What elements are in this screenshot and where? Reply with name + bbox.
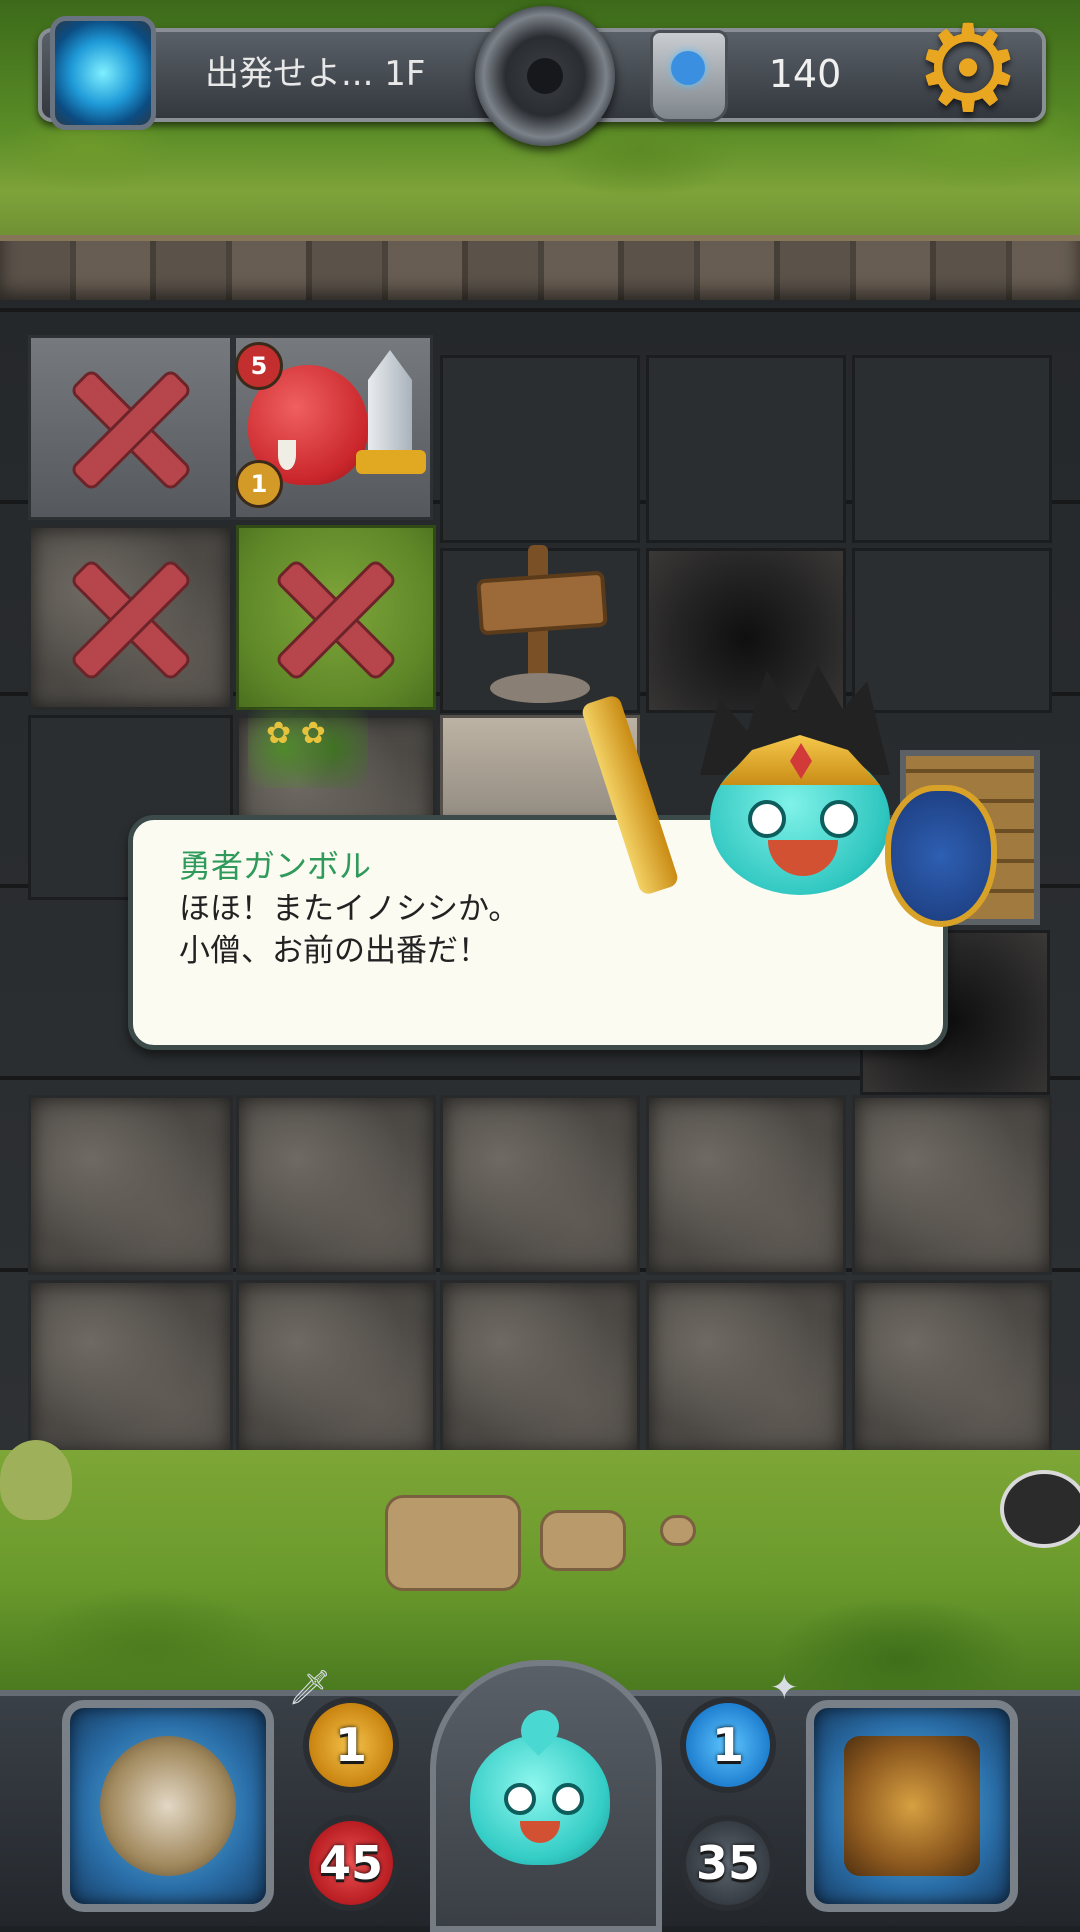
hero-shield-icon — [885, 785, 997, 927]
tile-unrevealed[interactable] — [440, 1095, 640, 1275]
player-hp-stat: 45 — [303, 1815, 399, 1911]
equipment-slot-button[interactable] — [62, 1700, 274, 1912]
tile-unrevealed[interactable] — [852, 1280, 1052, 1455]
tile-blocked[interactable] — [236, 525, 436, 710]
gear-icon[interactable]: ⚙ — [912, 10, 1024, 130]
rock — [385, 1495, 521, 1591]
tile-unrevealed[interactable] — [646, 1280, 846, 1455]
spider-critter-icon — [1000, 1470, 1080, 1548]
tile-unrevealed[interactable] — [646, 1095, 846, 1275]
armor-icon — [100, 1736, 236, 1876]
slime-mouth — [520, 1821, 560, 1843]
slime-eye-right — [552, 1783, 584, 1815]
tile-unrevealed[interactable] — [440, 355, 640, 543]
tile-unrevealed[interactable] — [28, 1095, 233, 1275]
rock — [540, 1510, 626, 1571]
slime-eye-left — [504, 1783, 536, 1815]
player-shield-stat: 1 — [680, 1697, 776, 1793]
tile-unrevealed[interactable] — [440, 1280, 640, 1455]
floor-label: 出発せよ... 1F — [205, 54, 426, 94]
tile-blocked[interactable] — [28, 525, 233, 710]
player-mana-stat: 35 — [680, 1815, 776, 1911]
tile-unrevealed[interactable] — [236, 1095, 436, 1275]
hero-eye-left — [748, 800, 786, 838]
hero-portrait — [580, 665, 997, 927]
boar-sword-hilt — [356, 450, 426, 474]
rune-stone-icon — [650, 30, 728, 122]
currency-count: 140 — [768, 52, 842, 96]
signpost-icon[interactable] — [470, 545, 610, 705]
spellbook-icon — [844, 1736, 980, 1876]
tile-blocked[interactable] — [28, 335, 233, 520]
staff-icon: ✦ — [770, 1668, 799, 1708]
tile-unrevealed[interactable] — [852, 355, 1052, 543]
tile-unrevealed[interactable] — [236, 1280, 436, 1455]
sword-icon: 🗡 — [288, 1668, 332, 1708]
dialog-line-2: 小僧、お前の出番だ！ — [179, 933, 489, 969]
player-slime-avatar[interactable] — [470, 1735, 610, 1865]
tile-unrevealed[interactable] — [28, 1280, 233, 1455]
flower-bush-icon — [248, 708, 368, 788]
tile-unrevealed[interactable] — [852, 1095, 1052, 1275]
enemy-attack-badge: 5 — [235, 342, 283, 390]
tile-unrevealed[interactable] — [646, 355, 846, 543]
bomb-medallion-icon[interactable] — [475, 6, 615, 146]
x-mark-icon — [66, 553, 196, 683]
inventory-slot-button[interactable] — [806, 1700, 1018, 1912]
lizard-critter-icon — [0, 1440, 72, 1520]
rock — [660, 1515, 696, 1546]
x-mark-icon — [66, 363, 196, 493]
enemy-hp-badge: 1 — [235, 460, 283, 508]
player-attack-stat: 1 — [303, 1697, 399, 1793]
portal-icon[interactable] — [50, 16, 156, 130]
sign-rocks — [490, 673, 590, 703]
hero-eye-right — [820, 800, 858, 838]
sign-board — [476, 570, 608, 636]
boar-tusk — [278, 440, 296, 470]
x-mark-icon — [271, 553, 401, 683]
